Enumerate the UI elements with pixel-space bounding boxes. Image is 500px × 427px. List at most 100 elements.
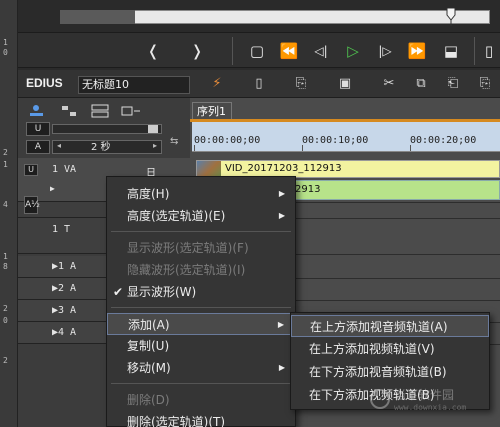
play-button[interactable]: ▷ [340,39,366,63]
a-lock-button[interactable]: A [26,140,50,154]
submenu-item-add-v-above[interactable]: 在上方添加视频轨道(V) [291,338,489,360]
menu-item-label: 高度(选定轨道)(E) [127,209,226,223]
expand-icon[interactable]: ▶ [50,184,55,193]
ruler-tick [302,145,303,151]
submenu-item-add-va-above[interactable]: 在上方添加视音频轨道(A) [291,315,489,337]
menu-item-label: 复制(U) [127,339,170,353]
track-lock-icon[interactable]: U [24,164,38,176]
tab-sequence[interactable]: 序列1 [192,102,232,120]
menu-item-label: 高度(H) [127,187,170,201]
next-frame-button[interactable]: |▷ [372,39,398,63]
timecode-label: 00:00:00;00 [194,135,261,146]
playhead-handle-icon[interactable] [446,8,456,26]
sync-lock-icon [62,106,76,116]
ruler-tick [194,145,195,151]
menu-item-height-selected[interactable]: 高度(选定轨道)(E) ▶ [107,205,295,227]
app-logo: EDIUS [26,76,63,90]
track-a12-label: A½ [24,196,40,214]
ruler-mark: 1 [3,252,8,261]
output-button[interactable]: ⬓ [438,39,464,63]
checkmark-icon: ✔ [113,285,124,299]
increase-icon[interactable]: ▸ [153,141,157,150]
watermark-title: 当下软件园 [394,388,455,402]
menu-item-show-waveform[interactable]: ✔ 显示波形(W) [107,281,295,303]
stop-button[interactable]: ▢ [244,39,270,63]
divider [474,37,475,65]
submenu-arrow-icon: ▶ [278,189,285,198]
scrubber-played-region [60,10,135,24]
menu-item-height[interactable]: 高度(H) ▶ [107,183,295,205]
menu-item-show-waveform-selected[interactable]: 显示波形(选定轨道)(F) [107,237,295,259]
ruler-mark: 8 [3,262,8,271]
track-label-va: 1 VA [52,164,77,175]
new-file-button[interactable]: ▯ [250,75,268,93]
track-label-t: 1 T [52,224,71,235]
duration-scale-label: 2 秒 [91,142,111,153]
left-ruler: 1 0 2 1 4 1 8 2 0 2 [0,0,18,427]
track-label-a: ▶4 A [52,327,77,338]
track-tools-row [30,104,140,118]
duration-scale-selector[interactable]: ◂ 2 秒 ▸ [52,140,162,154]
submenu-item-add-va-below[interactable]: 在下方添加视音频轨道(B) [291,361,489,383]
track-context-menu: 高度(H) ▶ 高度(选定轨道)(E) ▶ 显示波形(选定轨道)(F) 隐藏波形… [106,176,296,427]
track-label-a: ▶1 A [52,261,77,272]
submenu-arrow-icon: ▶ [278,363,285,372]
menu-item-move[interactable]: 移动(M) ▶ [107,357,295,379]
fit-icon[interactable]: ⇆ [170,136,178,147]
paste-insert-button[interactable]: ⎘ [476,75,494,93]
watermark-logo-icon [370,389,390,409]
save-button[interactable]: ▣ [336,75,354,93]
watermark: 当下软件园 www.downxia.com [368,384,498,424]
ruler-mark: 2 [3,304,8,313]
ruler-mark: 2 [3,148,8,157]
prev-frame-button[interactable]: ◁| [308,39,334,63]
submenu-arrow-icon: ▶ [278,211,285,220]
cut-button[interactable]: ✂ [380,75,398,93]
ruler-mark: 0 [3,48,8,57]
zoom-slider[interactable] [52,124,162,134]
menu-item-label: 删除(D) [127,393,170,407]
paste-button[interactable]: ⎗ [444,75,462,93]
fast-forward-button[interactable]: ⏩ [404,39,430,63]
copy-button[interactable]: ⧉ [412,75,430,93]
menu-item-label: 显示波形(W) [127,285,197,299]
mark-in-button[interactable]: ❬ [140,39,166,63]
ruler-mark: 0 [3,316,8,325]
transport-bar: ❬ ❭ ▢ ⏪ ◁| ▷ |▷ ⏩ ⬓ ▯ [18,32,500,68]
ruler-tick [410,145,411,151]
time-ruler[interactable]: 00:00:00;00 00:00:10;00 00:00:20;00 [192,122,500,152]
menu-item-label: 显示波形(选定轨道)(F) [127,241,249,255]
menu-item-label: 隐藏波形(选定轨道)(I) [127,263,246,277]
menu-divider [111,231,291,232]
timecode-label: 00:00:10;00 [302,135,369,146]
menu-item-label: 移动(M) [127,361,171,375]
menu-item-hide-waveform-selected[interactable]: 隐藏波形(选定轨道)(I) [107,259,295,281]
watermark-url: www.downxia.com [394,403,467,412]
clip-thumbnail [197,161,221,177]
track-label-a: ▶2 A [52,283,77,294]
divider [232,37,233,65]
submenu-arrow-icon: ▶ [277,320,284,329]
ruler-mark: 1 [3,160,8,169]
menu-item-copy[interactable]: 复制(U) [107,335,295,357]
v-lock-button[interactable]: U [26,122,50,136]
timecode-label: 00:00:20;00 [410,135,477,146]
snap-icon [121,106,140,116]
menu-item-delete-selected[interactable]: 删除(选定轨道)(T) [107,411,295,427]
menu-item-label: 删除(选定轨道)(T) [127,415,226,427]
menu-divider [111,307,291,308]
track-patch-icon [30,105,43,116]
link-icon [91,104,109,118]
open-button[interactable]: ⎘ [292,75,310,93]
menu-item-label: 添加(A) [128,318,170,332]
mark-out-button[interactable]: ❭ [184,39,210,63]
new-sequence-button[interactable]: ⚡ [208,75,226,93]
decrease-icon[interactable]: ◂ [57,141,61,150]
menu-item-delete[interactable]: 删除(D) [107,389,295,411]
more-button[interactable]: ▯ [476,39,500,63]
project-name-field[interactable]: 无标题10 [78,76,190,94]
ruler-mark: 2 [3,356,8,365]
menu-item-add[interactable]: 添加(A) ▶ [107,313,295,335]
zoom-slider-handle[interactable] [148,125,158,133]
rewind-button[interactable]: ⏪ [276,39,302,63]
